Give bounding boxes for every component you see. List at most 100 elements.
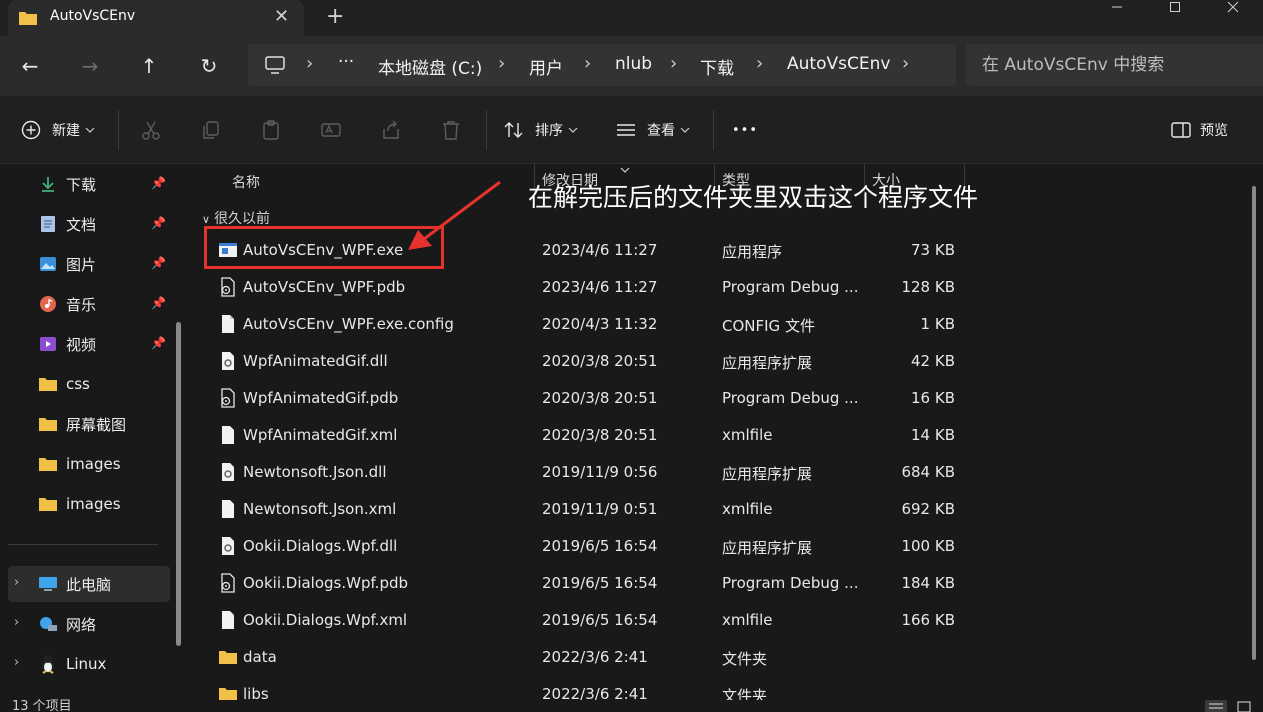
address-bar[interactable]: › ··· 本地磁盘 (C:) › 用户 › nlub › 下载 › AutoV… <box>248 44 956 86</box>
chevron-right-icon[interactable]: › <box>14 655 19 670</box>
chevron-down-icon <box>568 127 578 133</box>
back-button[interactable]: ← <box>12 48 48 84</box>
arrow-up-icon: ↑ <box>140 54 158 78</box>
maximize-button[interactable] <box>1146 0 1204 14</box>
tab-autovscenv[interactable]: AutoVsCEnv ✕ <box>8 0 304 36</box>
file-size: 684 KB <box>901 463 955 481</box>
maximize-icon <box>1170 2 1180 12</box>
file-icon <box>222 611 234 629</box>
sidebar-item-downloads[interactable]: 下载 📌 <box>8 166 170 202</box>
dll-icon <box>222 537 234 555</box>
column-header-name[interactable]: 名称 <box>232 172 260 192</box>
file-row[interactable]: Ookii.Dialogs.Wpf.pdb 2019/6/5 16:54 Pro… <box>208 565 968 602</box>
more-options-button[interactable]: ••• <box>732 114 758 146</box>
close-tab-icon[interactable]: ✕ <box>274 6 289 27</box>
minimize-button[interactable] <box>1088 0 1146 14</box>
file-date: 2023/4/6 11:27 <box>542 241 658 259</box>
close-window-button[interactable] <box>1204 0 1262 14</box>
preview-pane-button[interactable]: 预览 <box>1170 114 1228 146</box>
file-row[interactable]: Newtonsoft.Json.xml 2019/11/9 0:51 xmlfi… <box>208 491 968 528</box>
chevron-right-icon[interactable]: › <box>14 615 19 630</box>
paste-button[interactable] <box>259 118 283 142</box>
file-row[interactable]: Ookii.Dialogs.Wpf.xml 2019/6/5 16:54 xml… <box>208 602 968 639</box>
view-button[interactable]: 查看 <box>615 114 690 146</box>
sidebar-item-images[interactable]: images <box>8 486 170 522</box>
breadcrumb-nlub[interactable]: nlub <box>615 54 652 74</box>
new-button[interactable]: 新建 <box>20 114 95 146</box>
file-name: Newtonsoft.Json.xml <box>243 500 397 518</box>
sidebar-scrollbar[interactable] <box>176 322 181 646</box>
sidebar-item-videos[interactable]: 视频 📌 <box>8 326 170 362</box>
sidebar-item-documents[interactable]: 文档 📌 <box>8 206 170 242</box>
file-date: 2020/3/8 20:51 <box>542 352 658 370</box>
sidebar-item-network[interactable]: › 网络 <box>8 606 170 642</box>
command-bar: 新建 排序 查看 ••• 预览 <box>0 96 1263 164</box>
file-row[interactable]: libs 2022/3/6 2:41 文件夹 <box>208 676 968 700</box>
computer-icon <box>265 56 285 74</box>
sidebar-item-label: css <box>66 375 90 393</box>
sidebar-item-screenshots[interactable]: 屏幕截图 <box>8 406 170 442</box>
file-size: 184 KB <box>901 574 955 592</box>
file-row[interactable]: Ookii.Dialogs.Wpf.dll 2019/6/5 16:54 应用程… <box>208 528 968 565</box>
sidebar-item-music[interactable]: 音乐 📌 <box>8 286 170 322</box>
copy-button[interactable] <box>199 118 223 142</box>
breadcrumb-overflow[interactable]: ··· <box>338 52 354 72</box>
tiles-view-icon[interactable] <box>1236 700 1252 712</box>
new-tab-button[interactable]: + <box>326 4 344 29</box>
file-name: WpfAnimatedGif.xml <box>243 426 398 444</box>
sidebar-item-linux[interactable]: › Linux <box>8 646 170 682</box>
up-button[interactable]: ↑ <box>131 48 167 84</box>
file-date: 2019/11/9 0:56 <box>542 463 658 481</box>
close-icon <box>1227 1 1239 13</box>
file-icon <box>222 426 234 444</box>
breadcrumb-users[interactable]: 用户 <box>529 54 563 79</box>
linux-icon <box>38 654 58 674</box>
sort-button[interactable]: 排序 <box>503 114 578 146</box>
breadcrumb-local-disk[interactable]: 本地磁盘 (C:) <box>378 54 482 79</box>
scissors-icon <box>142 121 160 140</box>
forward-button[interactable]: → <box>72 48 108 84</box>
chevron-right-icon[interactable]: › <box>902 53 909 74</box>
sidebar-item-label: Linux <box>66 655 107 673</box>
breadcrumb-autovscenv[interactable]: AutoVsCEnv <box>787 54 890 74</box>
chevron-right-icon[interactable]: › <box>14 575 19 590</box>
share-button[interactable] <box>379 118 403 142</box>
delete-button[interactable] <box>439 118 463 142</box>
file-list-scrollbar[interactable] <box>1252 186 1256 660</box>
search-box[interactable] <box>966 44 1263 86</box>
file-row[interactable]: WpfAnimatedGif.xml 2020/3/8 20:51 xmlfil… <box>208 417 968 454</box>
sidebar-item-pictures[interactable]: 图片 📌 <box>8 246 170 282</box>
chevron-right-icon: › <box>498 53 506 74</box>
cut-button[interactable] <box>139 118 163 142</box>
file-row[interactable]: Newtonsoft.Json.dll 2019/11/9 0:56 应用程序扩… <box>208 454 968 491</box>
file-date: 2020/3/8 20:51 <box>542 389 658 407</box>
arrow-left-icon: ← <box>21 54 39 78</box>
rename-button[interactable] <box>319 118 343 142</box>
sidebar-item-css[interactable]: css <box>8 366 170 402</box>
file-name: libs <box>243 685 269 700</box>
folder-icon <box>38 414 58 434</box>
refresh-button[interactable]: ↻ <box>191 48 227 84</box>
folder-icon <box>19 12 37 25</box>
group-header[interactable]: ∨ 很久以前 <box>202 208 270 228</box>
sidebar-item-images[interactable]: images <box>8 446 170 482</box>
pdb-icon <box>221 388 235 408</box>
breadcrumb-downloads[interactable]: 下载 <box>700 54 734 79</box>
search-input[interactable] <box>982 55 1252 75</box>
preview-pane-icon <box>1171 122 1191 138</box>
sidebar-item-label: images <box>66 495 121 513</box>
plus-circle-icon <box>21 120 41 140</box>
file-row[interactable]: AutoVsCEnv_WPF.exe.config 2020/4/3 11:32… <box>208 306 968 343</box>
file-row[interactable]: WpfAnimatedGif.dll 2020/3/8 20:51 应用程序扩展… <box>208 343 968 380</box>
file-row[interactable]: data 2022/3/6 2:41 文件夹 <box>208 639 968 676</box>
file-type: Program Debug ... <box>722 389 859 407</box>
file-row[interactable]: AutoVsCEnv_WPF.pdb 2023/4/6 11:27 Progra… <box>208 269 968 306</box>
details-view-icon[interactable] <box>1204 700 1228 712</box>
chevron-down-icon: ∨ <box>202 213 211 226</box>
sidebar-item-this-pc[interactable]: › 此电脑 <box>8 566 170 602</box>
file-row[interactable]: WpfAnimatedGif.pdb 2020/3/8 20:51 Progra… <box>208 380 968 417</box>
download-icon <box>38 174 58 194</box>
file-type: 文件夹 <box>722 650 768 668</box>
sidebar-item-label: 下载 <box>66 175 97 194</box>
file-size: 1 KB <box>920 315 955 333</box>
